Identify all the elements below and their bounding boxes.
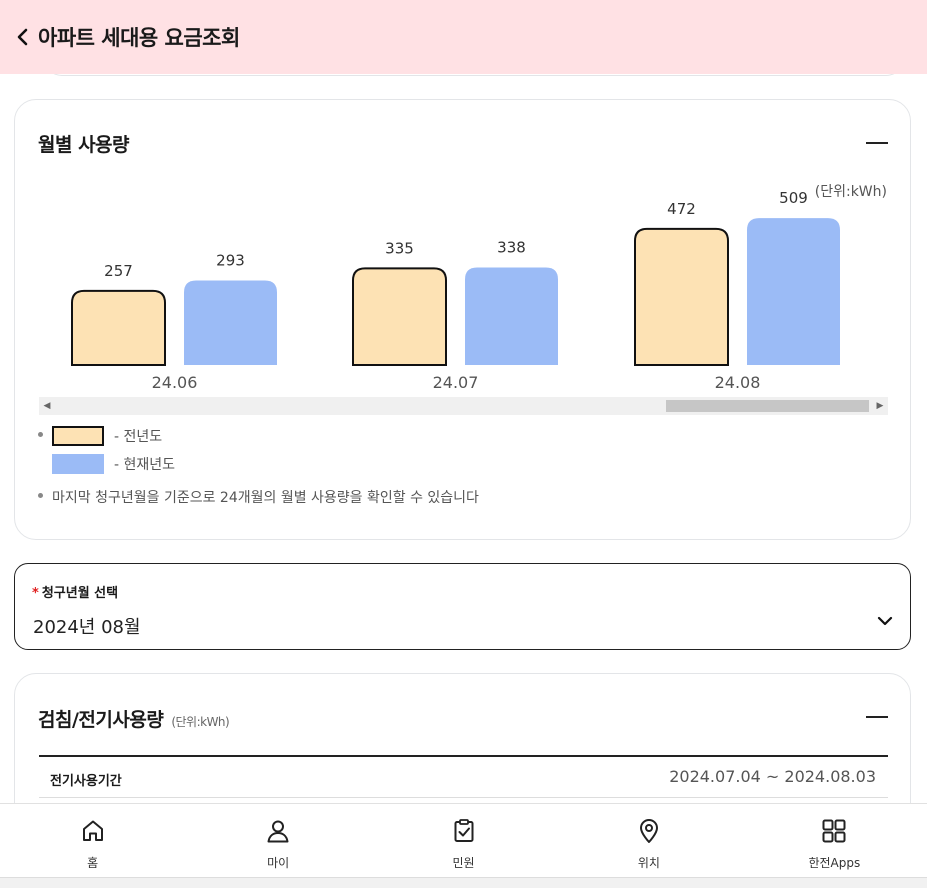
bar-value-label: 293	[216, 251, 245, 269]
page-title: 아파트 세대용 요금조회	[38, 26, 240, 50]
legend-prev-year: - 전년도	[52, 426, 162, 446]
nav-complaint-label: 민원	[452, 856, 475, 870]
meter-reading-title-text: 검침/전기사용량	[38, 709, 164, 731]
page-content: 월별 사용량 (단위:kWh) 257 293 24.06 335 338 24.07 47…	[0, 74, 927, 804]
app-header: 아파트 세대용 요금조회	[0, 0, 927, 74]
usage-bar-chart: 257 293 24.06 335 338 24.07 472 509 24.08	[71, 189, 840, 392]
legend-current-year: - 현재년도	[52, 454, 175, 474]
home-icon	[82, 820, 103, 841]
nav-location[interactable]: 위치	[556, 804, 741, 877]
x-axis-tick-label: 24.08	[715, 373, 761, 392]
nav-my[interactable]: 마이	[185, 804, 370, 877]
previous-card-edge	[44, 74, 904, 76]
bar-value-label: 338	[497, 239, 526, 257]
nav-home-label: 홈	[87, 856, 99, 870]
meter-reading-card: 검침/전기사용량 (단위:kWh) 전기사용기간 2024.07.04 ~ 202…	[14, 673, 911, 804]
scroll-thumb[interactable]	[666, 400, 869, 412]
location-pin-icon	[639, 819, 658, 843]
nav-apps[interactable]: 한전Apps	[742, 804, 927, 877]
legend-prev-label: - 전년도	[114, 429, 163, 445]
chevron-down-icon	[877, 616, 893, 626]
required-mark: *	[32, 586, 39, 601]
x-axis-tick-label: 24.06	[152, 373, 198, 392]
user-icon	[267, 820, 289, 843]
legend-current-label: - 현재년도	[114, 457, 176, 473]
nav-my-label: 마이	[267, 856, 290, 870]
bar-24.07-cur	[465, 267, 558, 365]
scroll-right-arrow[interactable]: ▶	[872, 397, 888, 415]
billing-month-select[interactable]: * 청구년월 선택 2024년 08월	[14, 563, 911, 650]
footer-strip	[0, 877, 927, 888]
note-bullet	[38, 493, 43, 498]
x-axis-tick-label: 24.07	[433, 373, 479, 392]
table-top-border	[39, 755, 888, 757]
nav-complaint[interactable]: 민원	[371, 804, 556, 877]
chart-scrollbar[interactable]: ◀ ▶	[39, 397, 888, 415]
scroll-left-arrow[interactable]: ◀	[39, 397, 55, 415]
legend-bullet	[38, 432, 43, 437]
usage-note: 마지막 청구년월을 기준으로 24개월의 월별 사용량을 확인할 수 있습니다	[52, 490, 479, 506]
bar-24.08-prev	[634, 227, 729, 366]
nav-home[interactable]: 홈	[0, 804, 185, 877]
billing-month-label: * 청구년월 선택	[32, 582, 118, 601]
bar-24.08-cur	[747, 218, 840, 365]
back-button[interactable]	[16, 24, 36, 50]
bottom-nav: 홈 마이 민원 위치 한전Apps	[0, 803, 927, 877]
bar-24.06-prev	[71, 289, 166, 366]
apps-grid-icon	[822, 819, 846, 843]
chevron-left-icon	[17, 28, 28, 46]
legend-swatch-current	[52, 454, 104, 474]
bar-24.07-prev	[352, 267, 447, 366]
bar-value-label: 472	[667, 200, 696, 218]
bar-value-label: 335	[385, 239, 414, 257]
meter-reading-title: 검침/전기사용량 (단위:kWh)	[38, 705, 230, 732]
billing-month-value: 2024년 08월	[33, 617, 141, 638]
usage-period-label: 전기사용기간	[50, 774, 122, 789]
bar-value-label: 257	[104, 262, 133, 280]
monthly-usage-card: 월별 사용량 (단위:kWh) 257 293 24.06 335 338 24.07 47…	[14, 99, 911, 540]
legend-swatch-prev	[52, 426, 104, 446]
bar-24.06-cur	[184, 280, 277, 365]
meter-unit-label: (단위:kWh)	[171, 715, 230, 729]
billing-month-label-text: 청구년월 선택	[41, 586, 119, 601]
nav-location-label: 위치	[637, 856, 660, 870]
table-row-divider	[39, 797, 888, 798]
bar-value-label: 509	[779, 189, 808, 207]
usage-period-value: 2024.07.04 ~ 2024.08.03	[669, 767, 876, 786]
collapse-meter-button[interactable]	[866, 716, 888, 718]
clipboard-check-icon	[454, 819, 474, 842]
nav-apps-label: 한전Apps	[808, 856, 861, 870]
